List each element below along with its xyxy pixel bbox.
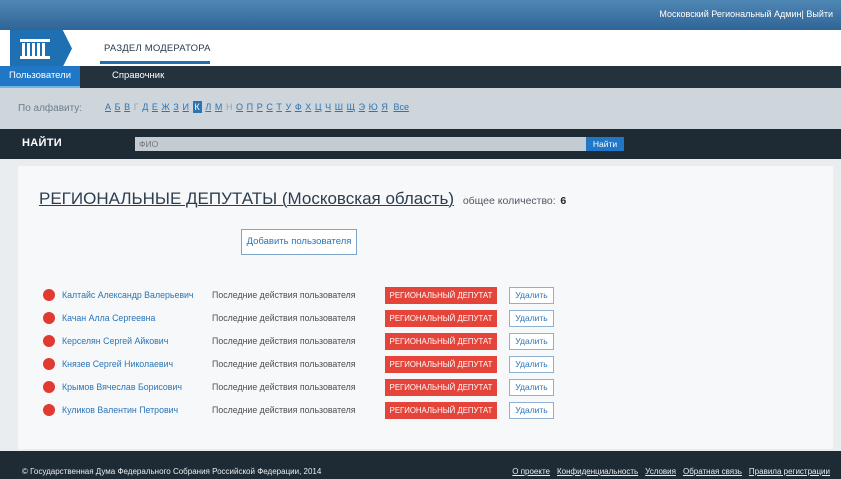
user-last-actions: Последние действия пользователя: [212, 313, 356, 323]
user-name-link[interactable]: Керселян Сергей Айкович: [62, 336, 168, 346]
alphabet-label: По алфавиту:: [18, 103, 83, 114]
user-menu: Московский Региональный Админ| Выйти: [659, 9, 833, 19]
user-row: Керселян Сергей Айкович Последние действи…: [0, 333, 841, 351]
search-title: НАЙТИ: [22, 137, 62, 149]
user-row: Крымов Вячеслав Борисович Последние дейст…: [0, 379, 841, 397]
alphabet-letter[interactable]: С: [266, 102, 273, 112]
add-user-button[interactable]: Добавить пользователя: [241, 229, 357, 255]
alphabet-letter[interactable]: Л: [205, 102, 211, 112]
alphabet-letter[interactable]: Е: [152, 102, 158, 112]
alphabet-letter[interactable]: Б: [115, 102, 121, 112]
alphabet-letter[interactable]: Ф: [295, 102, 302, 112]
alphabet-letter: Н: [225, 102, 233, 112]
delete-button[interactable]: Удалить: [509, 333, 554, 350]
role-badge: РЕГИОНАЛЬНЫЙ ДЕПУТАТ: [385, 333, 497, 350]
alphabet-letter[interactable]: Ю: [369, 102, 378, 112]
delete-button[interactable]: Удалить: [509, 379, 554, 396]
user-name-link[interactable]: Крымов Вячеслав Борисович: [62, 382, 182, 392]
alphabet-letter[interactable]: Ж: [162, 102, 170, 112]
page-title: РЕГИОНАЛЬНЫЕ ДЕПУТАТЫ (Московская област…: [39, 189, 566, 209]
status-dot: [43, 289, 55, 301]
tab-reference[interactable]: Справочник: [103, 66, 173, 88]
current-user-link[interactable]: Московский Региональный Админ: [659, 9, 801, 19]
alphabet-letter[interactable]: П: [247, 102, 253, 112]
user-name-link[interactable]: Куликов Валентин Петрович: [62, 405, 178, 415]
status-dot: [43, 312, 55, 324]
role-badge: РЕГИОНАЛЬНЫЙ ДЕПУТАТ: [385, 310, 497, 327]
status-dot: [43, 358, 55, 370]
tab-users[interactable]: Пользователи: [0, 66, 81, 88]
user-last-actions: Последние действия пользователя: [212, 382, 356, 392]
alphabet-letter[interactable]: Ч: [325, 102, 331, 112]
user-row: Калтайс Александр Валерьевич Последние де…: [0, 287, 841, 305]
alphabet-all-link[interactable]: Все: [393, 102, 409, 112]
role-badge: РЕГИОНАЛЬНЫЙ ДЕПУТАТ: [385, 379, 497, 396]
alphabet-letter[interactable]: З: [173, 102, 178, 112]
alphabet-letter[interactable]: В: [124, 102, 130, 112]
section-title: РАЗДЕЛ МОДЕРАТОРА: [104, 43, 211, 54]
user-row: Качан Алла Сергеевна Последние действия п…: [0, 310, 841, 328]
top-bar: Московский Региональный Админ| Выйти: [0, 0, 841, 30]
alphabet-letter[interactable]: Д: [142, 102, 148, 112]
alphabet-letter[interactable]: А: [105, 102, 111, 112]
footer: © Государственная Дума Федерального Собр…: [0, 451, 841, 479]
user-last-actions: Последние действия пользователя: [212, 405, 356, 415]
alphabet-letter[interactable]: Ш: [335, 102, 343, 112]
logo[interactable]: [10, 30, 72, 67]
alphabet-letter[interactable]: Р: [257, 102, 263, 112]
delete-button[interactable]: Удалить: [509, 310, 554, 327]
alphabet-letter[interactable]: М: [215, 102, 223, 112]
user-name-link[interactable]: Калтайс Александр Валерьевич: [62, 290, 194, 300]
count-label: общее количество:: [462, 195, 556, 207]
page-title-text: РЕГИОНАЛЬНЫЕ ДЕПУТАТЫ (Московская област…: [39, 189, 455, 208]
delete-button[interactable]: Удалить: [509, 287, 554, 304]
user-row: Князев Сергей Николаевич Последние действ…: [0, 356, 841, 374]
alphabet-letter[interactable]: У: [286, 102, 292, 112]
count-value: 6: [560, 195, 567, 207]
footer-link[interactable]: Обратная связь: [683, 467, 742, 476]
alphabet-letter[interactable]: К: [192, 101, 202, 113]
section-underline: [100, 61, 210, 64]
role-badge: РЕГИОНАЛЬНЫЙ ДЕПУТАТ: [385, 402, 497, 419]
alphabet-letter: Г: [133, 102, 139, 112]
user-last-actions: Последние действия пользователя: [212, 359, 356, 369]
alphabet-letter[interactable]: Я: [381, 102, 388, 112]
alphabet-letter[interactable]: О: [236, 102, 243, 112]
copyright: © Государственная Дума Федерального Собр…: [22, 467, 322, 476]
alphabet-filter-bar: По алфавиту: АБВГДЕЖЗИКЛМНОПРСТУФХЦЧШЩЭЮ…: [0, 88, 841, 129]
user-name-link[interactable]: Князев Сергей Николаевич: [62, 359, 173, 369]
alphabet-letter[interactable]: Э: [359, 102, 365, 112]
footer-link[interactable]: Условия: [645, 467, 676, 476]
search-input[interactable]: [135, 137, 586, 151]
alphabet-letter[interactable]: Ц: [315, 102, 322, 112]
logout-link[interactable]: Выйти: [806, 9, 833, 19]
user-row: Куликов Валентин Петрович Последние дейст…: [0, 402, 841, 420]
user-last-actions: Последние действия пользователя: [212, 290, 356, 300]
status-dot: [43, 335, 55, 347]
alphabet-letter[interactable]: И: [182, 102, 188, 112]
status-dot: [43, 404, 55, 416]
footer-links: О проекте Конфиденциальность Условия Обратн…: [505, 467, 830, 476]
role-badge: РЕГИОНАЛЬНЫЙ ДЕПУТАТ: [385, 287, 497, 304]
alphabet-letter[interactable]: Т: [276, 102, 282, 112]
user-last-actions: Последние действия пользователя: [212, 336, 356, 346]
delete-button[interactable]: Удалить: [509, 356, 554, 373]
status-dot: [43, 381, 55, 393]
search-button[interactable]: Найти: [586, 137, 624, 151]
building-icon: [20, 39, 50, 59]
tab-bar: Пользователи Справочник: [0, 66, 841, 88]
user-name-link[interactable]: Качан Алла Сергеевна: [62, 313, 155, 323]
separator: |: [801, 9, 804, 19]
footer-link[interactable]: Правила регистрации: [749, 467, 830, 476]
alphabet-letter[interactable]: Щ: [347, 102, 355, 112]
alphabet-letter[interactable]: Х: [305, 102, 311, 112]
delete-button[interactable]: Удалить: [509, 402, 554, 419]
role-badge: РЕГИОНАЛЬНЫЙ ДЕПУТАТ: [385, 356, 497, 373]
footer-link[interactable]: Конфиденциальность: [557, 467, 638, 476]
footer-link[interactable]: О проекте: [512, 467, 550, 476]
alphabet-letters: А Б В Г Д Е Ж З И К Л М Н О П Р С Т У Ф Х Ц Ч Ш Щ Э Ю Я Все: [105, 101, 413, 115]
